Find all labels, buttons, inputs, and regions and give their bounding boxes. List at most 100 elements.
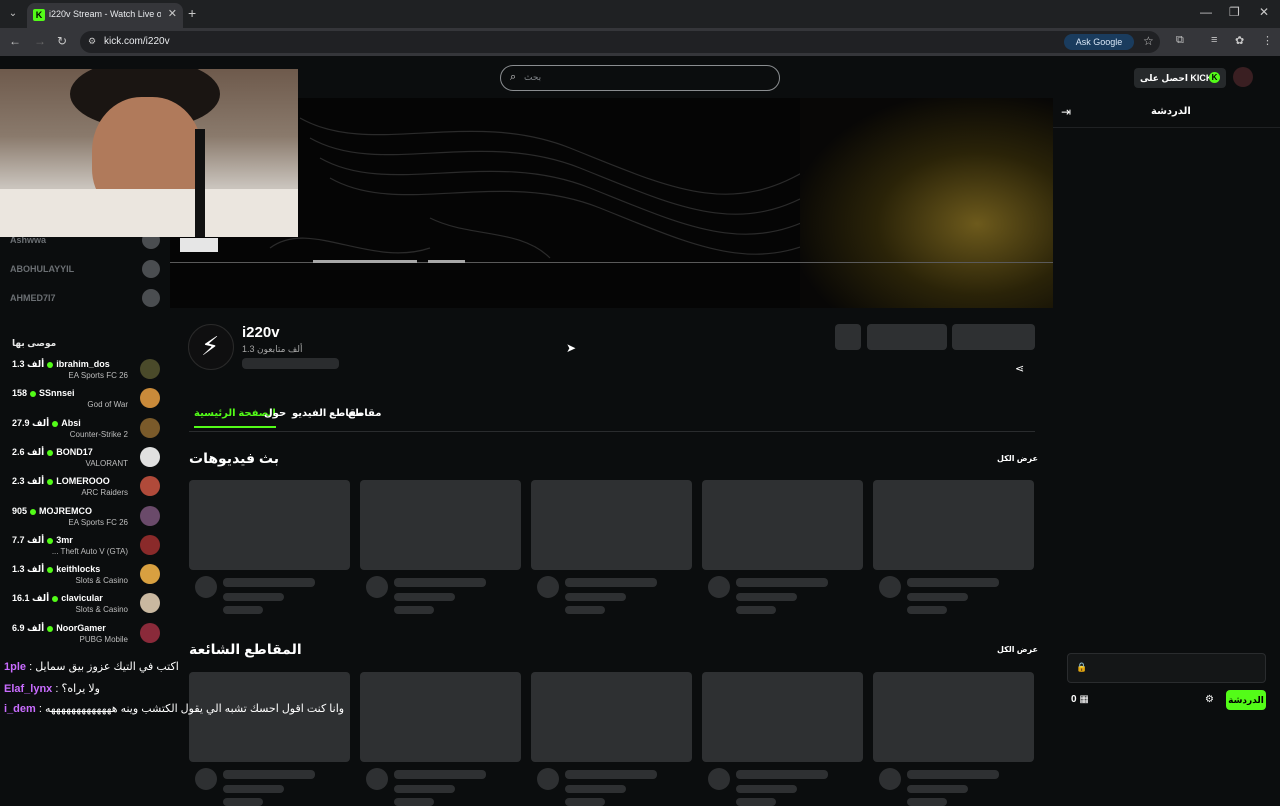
tab-about[interactable]: حول — [264, 408, 286, 419]
recommended-channel[interactable]: 7.7 ألف 3mr... Theft Auto V (GTA) — [10, 533, 160, 561]
skeleton-thumb — [189, 480, 350, 570]
reload-icon[interactable]: ↻ — [57, 34, 67, 48]
recommended-channel[interactable]: 1.3 ألف ibrahim_dos EA Sports FC 26 — [10, 357, 160, 385]
recommended-channel[interactable]: 158 SSnnsei God of War — [10, 386, 160, 414]
channel-name: SSnnsei — [39, 388, 75, 399]
webcam-microphone — [195, 129, 205, 237]
action-button-placeholder[interactable] — [835, 324, 861, 350]
skeleton-av — [879, 768, 901, 790]
kicks-balance[interactable]: 0 ▦ — [1071, 694, 1089, 705]
collapse-chat-icon[interactable]: ⇥ — [1061, 105, 1071, 119]
channel-category: Counter-Strike 2 — [69, 429, 128, 439]
skeleton-l3 — [565, 798, 605, 806]
search-icon: ⌕ — [510, 71, 517, 83]
skeleton-l3 — [736, 798, 776, 806]
ask-google-button[interactable]: Ask Google — [1064, 34, 1134, 50]
back-icon[interactable]: ← — [9, 34, 21, 48]
bolt-icon: ⚡ — [201, 331, 220, 361]
sidebar-followed-item[interactable]: ABOHULAYYIL — [10, 260, 160, 280]
skeleton-l3 — [394, 606, 434, 614]
close-tab-icon[interactable]: ✕ — [168, 7, 177, 20]
browser-tabbar: ⌄ K i220v Stream - Watch Live on Kick ✕ … — [0, 0, 1280, 28]
tab-clips[interactable]: مقاطع — [348, 408, 381, 419]
recommended-channel[interactable]: 2.3 ألف LOMEROOO ARC Raiders — [10, 474, 160, 502]
kick-page: ⌕ بحث احصل على KICKs K Ashwwa ABOHULAYYI… — [0, 56, 1280, 806]
new-tab-icon[interactable]: + — [188, 5, 196, 21]
skeleton-l3 — [907, 606, 947, 614]
menu-dots-icon[interactable]: ⋮ — [1262, 34, 1273, 47]
viewer-count: 27.9 ألف — [12, 417, 50, 428]
follower-count: 1.3 ألف متابعون — [242, 344, 303, 354]
channel-avatar[interactable]: ⚡ — [188, 324, 234, 370]
clips-section-title: المقاطع الشائعة — [189, 641, 302, 657]
skeleton-l1 — [736, 578, 828, 587]
sidebar-followed-item[interactable]: AHMED7I7 — [10, 289, 160, 309]
chat-text: ولا يراه؟ — [61, 683, 100, 695]
sidebar-followed-avatar — [142, 260, 160, 278]
streams-section-title: بث فيديوهات — [189, 450, 280, 466]
search-input[interactable]: ⌕ بحث — [500, 65, 780, 91]
chat-username: Elaf_lynx — [4, 683, 53, 695]
recommended-channel[interactable]: 27.9 ألف Absi Counter-Strike 2 — [10, 416, 160, 444]
tab-title: i220v Stream - Watch Live on Kick — [49, 9, 161, 19]
bookmark-star-icon[interactable]: ☆ — [1143, 34, 1154, 48]
channel-avatar — [140, 476, 160, 497]
recommended-channel[interactable]: 16.1 ألف clavicular Slots & Casino — [10, 591, 160, 619]
channel-avatar — [140, 505, 160, 526]
viewer-count: 2.3 ألف — [12, 476, 45, 487]
chat-panel: ⇥ الدردشة 🔒 0 ▦ ⚙ الدردشة — [1053, 98, 1280, 720]
channel-avatar — [140, 359, 160, 379]
action-button-placeholder[interactable] — [952, 324, 1035, 350]
recommended-channel[interactable]: 1.3 ألف keithlocks Slots & Casino — [10, 562, 160, 590]
live-dot-icon — [47, 479, 54, 486]
skeleton-av — [195, 576, 217, 598]
forward-icon[interactable]: → — [34, 34, 46, 48]
skeleton-l1 — [907, 770, 999, 779]
tab-search-icon[interactable]: ⌄ — [5, 6, 21, 22]
browser-tab[interactable]: K i220v Stream - Watch Live on Kick ✕ — [27, 3, 183, 28]
chat-settings-icon[interactable]: ⚙ — [1205, 694, 1214, 705]
live-dot-icon — [47, 449, 54, 456]
channel-category: EA Sports FC 26 — [68, 371, 128, 380]
chat-input[interactable]: 🔒 — [1067, 653, 1266, 683]
viewer-count: 1.3 ألف — [12, 359, 45, 369]
recommended-header: موصى بها — [12, 338, 57, 348]
address-bar[interactable]: ⚙ kick.com/i220v Ask Google ☆ — [80, 31, 1160, 53]
skeleton-thumb — [702, 480, 863, 570]
profile-extension-icon[interactable]: ✿ — [1235, 34, 1244, 47]
overlay-chat-message: 1ple : اكتب في التيك عزوز بيق سمايل — [4, 660, 179, 673]
url-text: kick.com/i220v — [104, 36, 170, 47]
chat-username: i_dem — [4, 703, 36, 715]
overlay-chat-message: i_dem : وانا كنت اقول احسك تشبه الي يقول… — [4, 702, 344, 715]
channel-avatar — [140, 388, 160, 409]
media-controls-icon[interactable]: ≡ — [1211, 34, 1217, 46]
chat-send-button[interactable]: الدردشة — [1226, 690, 1266, 710]
recommended-channel[interactable]: 6.9 ألف NoorGamer PUBG Mobile — [10, 621, 160, 649]
live-dot-icon — [47, 537, 54, 544]
kick-favicon-icon: K — [33, 9, 45, 21]
get-kicks-button[interactable]: احصل على KICKs K — [1134, 68, 1226, 88]
clips-view-all-link[interactable]: عرض الكل — [997, 645, 1038, 654]
restore-icon[interactable]: ❐ — [1229, 5, 1240, 19]
skeleton-av — [366, 576, 388, 598]
skeleton-l2 — [907, 785, 968, 793]
site-info-icon[interactable]: ⚙ — [88, 36, 96, 47]
channel-tabs: الصفحة الرئيسية حول مقاطع الفيديو مقاطع — [189, 408, 1035, 432]
share-icon[interactable]: ⋖ — [1015, 362, 1024, 375]
action-button-placeholder[interactable] — [867, 324, 947, 350]
skeleton-av — [879, 576, 901, 598]
streams-view-all-link[interactable]: عرض الكل — [997, 454, 1038, 463]
window-close-icon[interactable]: ✕ — [1259, 5, 1269, 19]
recommended-channel[interactable]: 2.6 ألف BOND17 VALORANT — [10, 445, 160, 473]
extensions-icon[interactable]: ⧉ — [1176, 34, 1184, 47]
banner-gold-area — [800, 98, 1053, 308]
skeleton-thumb — [531, 480, 692, 570]
minimize-icon[interactable]: — — [1200, 5, 1212, 19]
channel-name: BOND17 — [56, 446, 93, 457]
browser-toolbar: ← → ↻ ⚙ kick.com/i220v Ask Google ☆ ⧉ ≡ … — [0, 28, 1280, 56]
user-avatar[interactable] — [1233, 67, 1253, 87]
recommended-channel[interactable]: 905 MOJREMCO EA Sports FC 26 — [10, 504, 160, 532]
skeleton-l3 — [565, 606, 605, 614]
sidebar-followed-avatar — [142, 289, 160, 307]
chat-separator: : — [35, 703, 45, 715]
